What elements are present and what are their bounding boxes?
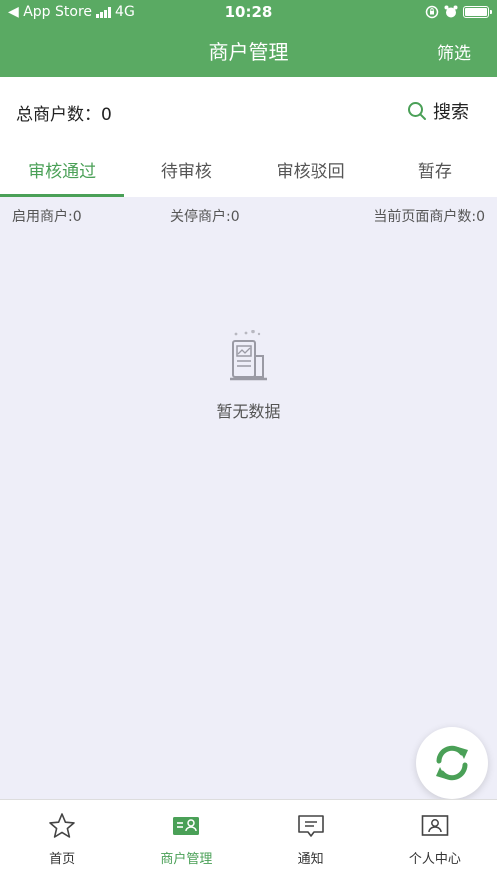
empty-state-text: 暂无数据 (216, 402, 281, 421)
tab-approved[interactable]: 审核通过 (0, 143, 125, 197)
tabbar-merchant-label: 商户管理 (160, 852, 213, 867)
tabbar-profile[interactable]: 个人中心 (373, 800, 497, 883)
empty-document-icon (229, 330, 267, 381)
stopped-merchants-count: 关停商户:0 (170, 209, 240, 225)
status-time: 10:28 (224, 3, 273, 21)
status-bar: ◀ App Store 4G 10:28 (0, 0, 497, 26)
navigation-bar: ◀ App Store 4G 10:28 商户管理 筛选 (0, 0, 497, 77)
star-icon (49, 813, 75, 838)
filter-button[interactable]: 筛选 (437, 39, 471, 64)
tabbar-notifications-label: 通知 (297, 852, 324, 867)
tab-pending-review[interactable]: 待审核 (124, 143, 248, 197)
summary-bar: 总商户数：0 搜索 (0, 77, 497, 143)
search-label: 搜索 (433, 102, 469, 123)
tabbar-home[interactable]: 首页 (0, 800, 124, 883)
tabbar-profile-label: 个人中心 (408, 852, 461, 867)
page-merchants-count: 当前页面商户数:0 (373, 209, 485, 225)
tabbar-home-label: 首页 (49, 852, 76, 867)
search-icon (408, 102, 426, 120)
message-icon (297, 815, 324, 837)
rotation-lock-icon (425, 5, 439, 19)
status-tabs: 审核通过 待审核 审核驳回 暂存 (0, 143, 497, 197)
enabled-merchants-count: 启用商户:0 (12, 209, 82, 225)
tabbar-notifications[interactable]: 通知 (249, 800, 373, 883)
tabbar-merchant-management[interactable]: 商户管理 (124, 800, 248, 883)
tab-draft[interactable]: 暂存 (373, 143, 497, 197)
status-right (425, 5, 492, 19)
total-merchants-count: 总商户数：0 (16, 105, 112, 125)
bottom-tab-bar: 首页 商户管理 通知 个人中心 (0, 799, 497, 883)
tab-rejected[interactable]: 审核驳回 (249, 143, 373, 197)
profile-card-icon (421, 815, 449, 836)
battery-icon (463, 6, 492, 18)
empty-state: 暂无数据 (0, 330, 497, 422)
refresh-button[interactable] (416, 727, 488, 799)
merchant-card-icon (173, 817, 200, 835)
refresh-icon (436, 745, 468, 781)
search-button[interactable]: 搜索 (407, 98, 469, 124)
alarm-icon (444, 5, 458, 18)
merchant-stats: 启用商户:0 关停商户:0 当前页面商户数:0 (0, 197, 497, 233)
page-title: 商户管理 (208, 40, 289, 64)
